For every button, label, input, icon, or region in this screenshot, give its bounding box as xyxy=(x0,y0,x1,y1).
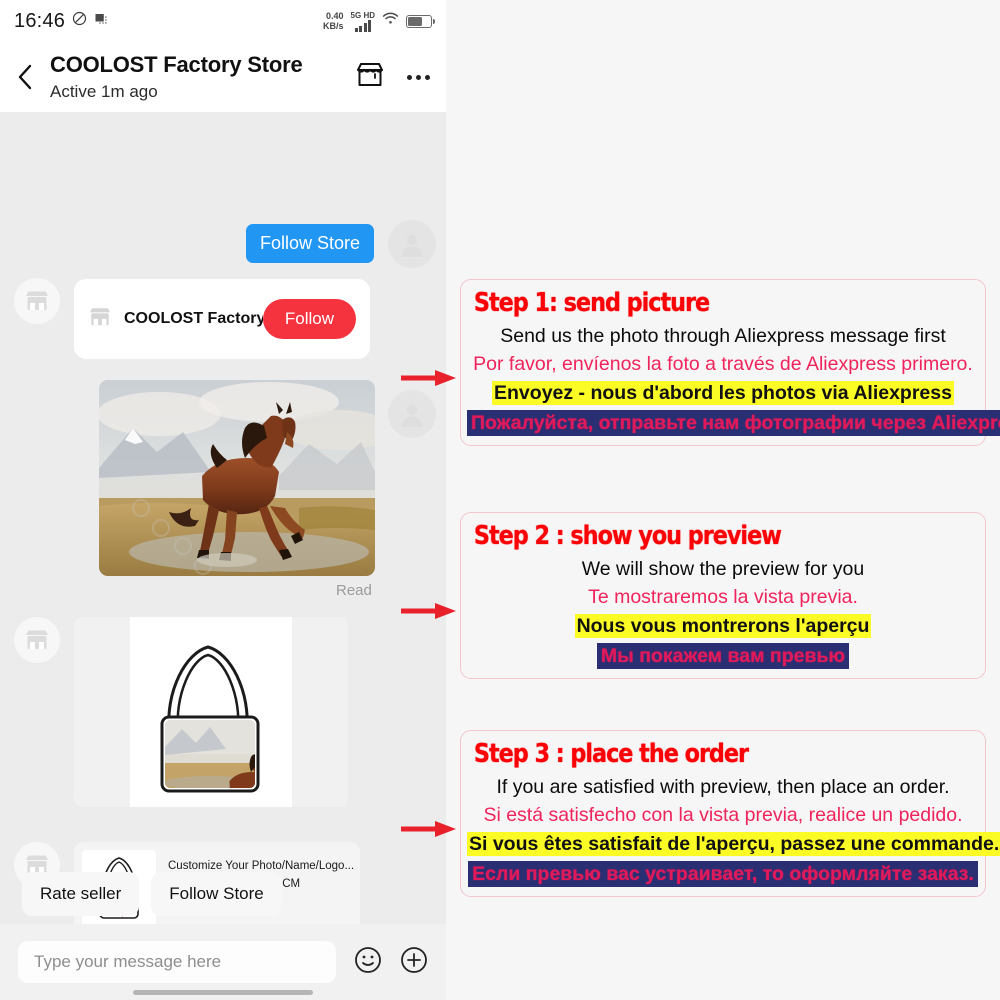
store-follow-card[interactable]: COOLOST Factory ... Follow xyxy=(74,279,370,359)
step-box-2: Step 2 : show you preview We will show t… xyxy=(401,512,986,679)
network-type-label: 5G HD xyxy=(350,10,375,20)
instructions-panel: Step 1: send picture Send us the photo t… xyxy=(401,0,1000,1000)
chat-header: COOLOST Factory Store Active 1m ago xyxy=(0,42,446,112)
message-image-horse[interactable] xyxy=(99,380,375,576)
step-line-es: Por favor, envíenos la foto a través de … xyxy=(473,353,973,375)
store-avatar-icon xyxy=(14,278,60,324)
header-subtitle: Active 1m ago xyxy=(50,82,158,101)
product-title: Customize Your Photo/Name/Logo... xyxy=(168,859,355,872)
message-input[interactable] xyxy=(18,941,336,983)
home-indicator xyxy=(133,990,313,995)
store-avatar-icon xyxy=(14,617,60,663)
follow-store-button[interactable]: Follow Store xyxy=(151,872,282,916)
storefront-icon[interactable] xyxy=(355,61,385,94)
step-line-fr: Nous vous montrerons l'aperçu xyxy=(574,614,872,638)
avatar xyxy=(388,220,436,268)
arrow-icon xyxy=(401,821,456,837)
arrow-icon xyxy=(401,370,456,386)
message-image-bag[interactable] xyxy=(74,617,348,807)
more-options-icon[interactable] xyxy=(407,74,430,80)
step-title: Step 2 : show you preview xyxy=(473,521,782,551)
status-bar: 16:46 0.40 KB/s 5G HD xyxy=(0,0,446,42)
chat-message-list[interactable]: Follow Store COOLOST Factory Follow Read… xyxy=(0,112,446,924)
avatar xyxy=(388,390,436,438)
step-line-en: Send us the photo through Aliexpress mes… xyxy=(500,325,946,347)
emoji-smiley-icon[interactable] xyxy=(354,946,382,979)
screenshot-icon xyxy=(94,11,109,31)
network-speed: 0.40 KB/s xyxy=(323,11,344,31)
battery-icon xyxy=(406,14,435,28)
message-composer xyxy=(0,924,446,1000)
step-line-en: We will show the preview for you xyxy=(581,558,865,580)
back-chevron-icon[interactable] xyxy=(10,63,42,91)
outgoing-message-bubble: Follow Store xyxy=(245,224,374,263)
store-icon xyxy=(88,306,112,333)
signal-bars-icon xyxy=(354,19,372,32)
step-box-1: Step 1: send picture Send us the photo t… xyxy=(401,279,1000,446)
step-box-3: Step 3 : place the order If you are sati… xyxy=(401,730,1000,897)
status-bar-time: 16:46 xyxy=(14,9,66,32)
step-line-en: If you are satisfied with preview, then … xyxy=(496,776,950,798)
wifi-icon xyxy=(382,12,399,31)
step-line-es: Te mostraremos la vista previa. xyxy=(588,586,858,608)
read-receipt-label: Read xyxy=(336,582,372,599)
quick-action-bar: Rate seller Follow Store xyxy=(0,872,446,916)
step-line-ru: Если превью вас устраивает, то оформляйт… xyxy=(467,861,979,887)
add-plus-icon[interactable] xyxy=(400,946,428,979)
step-line-ru: Мы покажем вам превью xyxy=(467,643,979,669)
store-name-label: COOLOST Factory ... xyxy=(124,310,263,327)
page-title: COOLOST Factory Store xyxy=(50,52,303,77)
step-line-ru: Пожалуйста, отправьте нам фотографии чер… xyxy=(467,410,1000,436)
do-not-disturb-icon xyxy=(72,11,87,31)
step-line-es: Si está satisfecho con la vista previa, … xyxy=(483,804,963,826)
phone-chat-screen: 16:46 0.40 KB/s 5G HD COOLOST Factory St… xyxy=(0,0,446,1000)
rate-seller-button[interactable]: Rate seller xyxy=(22,872,140,916)
follow-button[interactable]: Follow xyxy=(262,299,356,339)
arrow-icon xyxy=(401,603,456,619)
step-title: Step 1: send picture xyxy=(473,288,710,318)
step-line-fr: Envoyez - nous d'abord les photos via Al… xyxy=(492,381,954,405)
step-line-fr: Si vous êtes satisfait de l'aperçu, pass… xyxy=(467,832,1000,856)
step-title: Step 3 : place the order xyxy=(473,739,749,769)
